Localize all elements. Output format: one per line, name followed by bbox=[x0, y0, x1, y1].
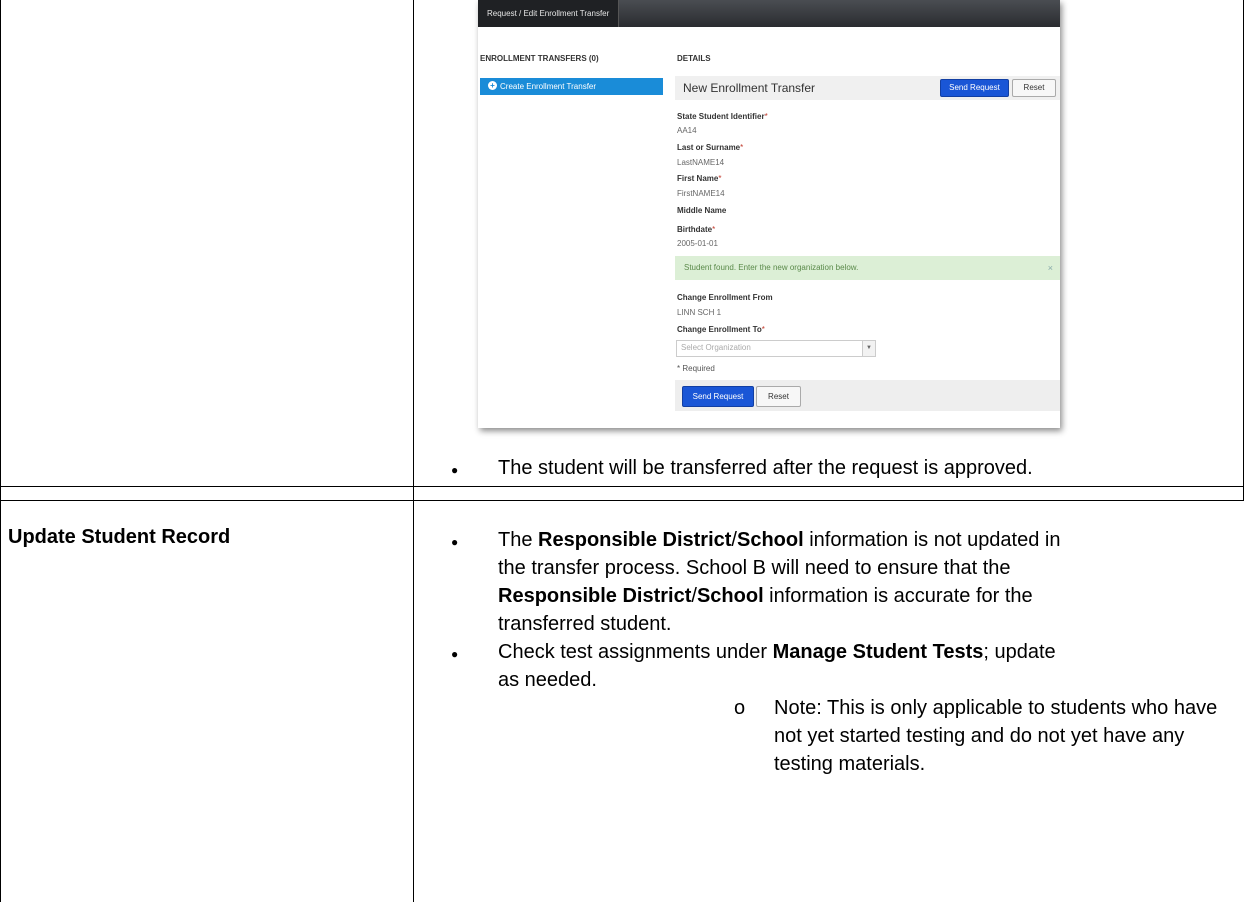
select-placeholder: Select Organization bbox=[681, 343, 751, 352]
birthdate-label: Birthdate* bbox=[677, 225, 716, 234]
row2-bullet1-line1: The Responsible District/School informat… bbox=[498, 529, 1061, 551]
sub-bullet-marker: o bbox=[734, 697, 746, 719]
table-row-divider-2 bbox=[0, 500, 1244, 501]
required-note: * Required bbox=[677, 364, 715, 373]
birthdate-value: 2005-01-01 bbox=[677, 239, 718, 248]
close-icon[interactable]: × bbox=[1048, 256, 1053, 280]
row1-bullet-text: The student will be transferred after th… bbox=[498, 457, 1033, 479]
row2-bullet1-line4: transferred student. bbox=[498, 613, 672, 635]
plus-circle-icon: + bbox=[488, 81, 497, 91]
last-name-value: LastNAME14 bbox=[677, 158, 725, 167]
bullet-marker: ● bbox=[451, 535, 459, 549]
create-button-label: Create Enrollment Transfer bbox=[500, 82, 597, 91]
chevron-down-icon[interactable]: ▼ bbox=[862, 341, 875, 356]
student-found-alert: Student found. Enter the new organizatio… bbox=[675, 256, 1060, 280]
tab-request-edit-transfer[interactable]: Request / Edit Enrollment Transfer bbox=[478, 0, 620, 27]
bullet-marker: ● bbox=[451, 647, 459, 661]
last-name-label: Last or Surname* bbox=[677, 143, 744, 152]
table-border-middle bbox=[413, 0, 414, 902]
first-name-label: First Name* bbox=[677, 174, 722, 183]
row-heading-update-student-record: Update Student Record bbox=[8, 526, 231, 548]
table-border-left bbox=[0, 0, 1, 902]
send-request-button-top[interactable]: Send Request bbox=[940, 79, 1009, 97]
change-from-label: Change Enrollment From bbox=[677, 293, 773, 302]
table-row-divider-1 bbox=[0, 486, 1244, 487]
change-to-label: Change Enrollment To* bbox=[677, 325, 765, 334]
enrollment-transfers-heading: ENROLLMENT TRANSFERS (0) bbox=[480, 54, 599, 63]
ssid-value: AA14 bbox=[677, 126, 697, 135]
organization-select[interactable]: Select Organization ▼ bbox=[676, 340, 876, 357]
row2-bullet1-line3: Responsible District/School information … bbox=[498, 585, 1033, 607]
row2-sub-line2: not yet started testing and do not yet h… bbox=[774, 725, 1185, 747]
row2-bullet2-line1: Check test assignments under Manage Stud… bbox=[498, 641, 1056, 663]
reset-button-bottom[interactable]: Reset bbox=[756, 386, 801, 407]
send-request-button-bottom[interactable]: Send Request bbox=[682, 386, 754, 407]
middle-name-label: Middle Name bbox=[677, 206, 727, 215]
bullet-marker: ● bbox=[451, 463, 459, 477]
change-from-value: LINN SCH 1 bbox=[677, 308, 722, 317]
app-header-bar: Request / Edit Enrollment Transfer bbox=[478, 0, 1060, 27]
create-enrollment-transfer-button[interactable]: + Create Enrollment Transfer bbox=[480, 78, 663, 95]
row2-sub-line1: Note: This is only applicable to student… bbox=[774, 697, 1218, 719]
form-title: New Enrollment Transfer bbox=[683, 81, 816, 95]
first-name-value: FirstNAME14 bbox=[677, 189, 725, 198]
ssid-label: State Student Identifier* bbox=[677, 112, 768, 121]
alert-message: Student found. Enter the new organizatio… bbox=[684, 263, 859, 272]
details-heading: DETAILS bbox=[677, 54, 711, 63]
row2-bullet1-line2: the transfer process. School B will need… bbox=[498, 557, 1011, 579]
row2-bullet2-line2: as needed. bbox=[498, 669, 597, 691]
reset-button-top[interactable]: Reset bbox=[1012, 79, 1056, 97]
row2-sub-line3: testing materials. bbox=[774, 753, 926, 775]
embedded-screenshot: Request / Edit Enrollment Transfer ENROL… bbox=[478, 0, 1060, 428]
